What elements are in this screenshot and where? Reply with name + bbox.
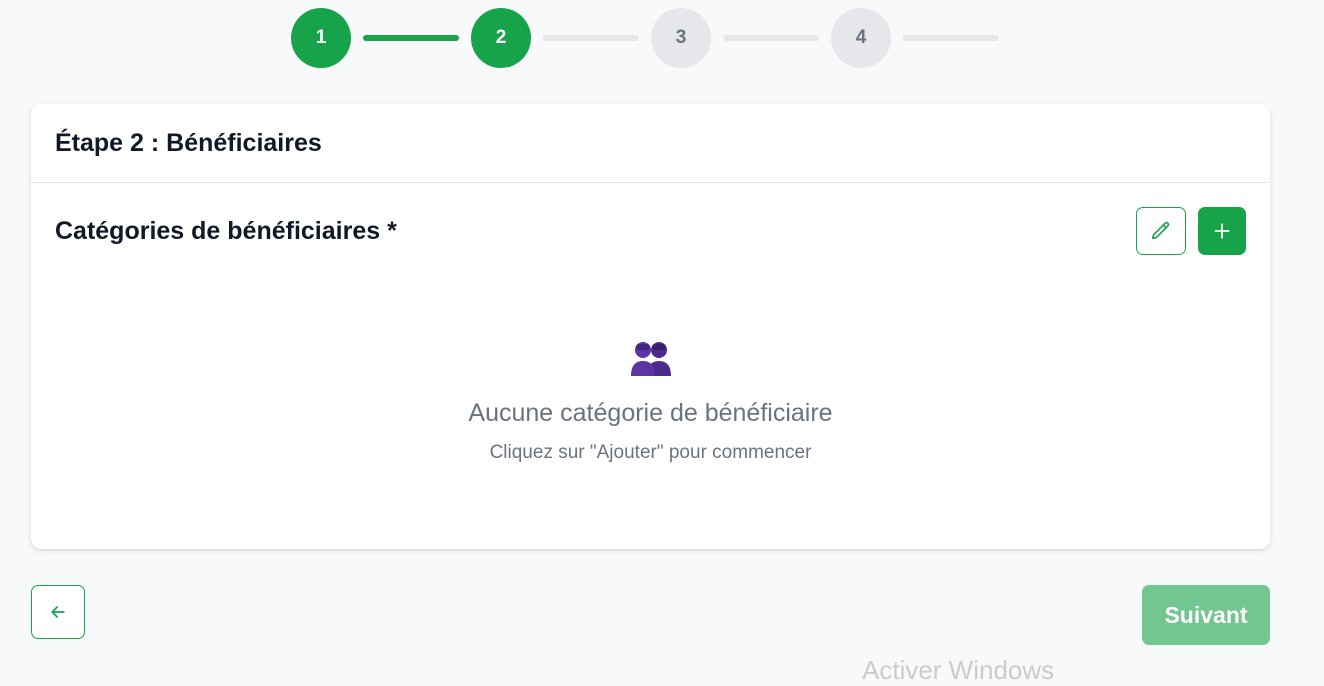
step-connector-4 (903, 35, 999, 41)
next-button[interactable]: Suivant (1142, 585, 1270, 645)
step-connector-1 (363, 35, 459, 41)
windows-activation-watermark: Activer Windows (862, 655, 1055, 685)
empty-state-title: Aucune catégorie de bénéficiaire (468, 399, 833, 427)
plus-icon (1214, 223, 1230, 239)
beneficiaries-card: Étape 2 : Bénéficiaires Catégories de bé… (31, 104, 1270, 549)
add-button[interactable] (1198, 207, 1246, 255)
two-people-icon (628, 340, 674, 383)
progress-stepper: 1 2 3 4 (291, 8, 1011, 68)
section-title: Catégories de bénéficiaires * (55, 216, 397, 245)
step-2: 2 (471, 8, 531, 68)
step-4: 4 (831, 8, 891, 68)
edit-button[interactable] (1136, 207, 1186, 255)
step-3: 3 (651, 8, 711, 68)
back-button[interactable] (31, 585, 85, 639)
card-header: Étape 2 : Bénéficiaires (31, 104, 1270, 183)
page-title: Étape 2 : Bénéficiaires (55, 128, 322, 157)
pencil-icon (1151, 221, 1170, 240)
step-connector-3 (723, 35, 819, 41)
empty-state: Aucune catégorie de bénéficiaire Cliquez… (31, 340, 1270, 464)
categories-section-header: Catégories de bénéficiaires * (55, 207, 1246, 255)
step-1: 1 (291, 8, 351, 68)
step-connector-2 (543, 35, 639, 41)
arrow-left-icon (51, 606, 65, 618)
section-actions (1136, 207, 1246, 255)
empty-state-hint: Cliquez sur "Ajouter" pour commencer (489, 442, 812, 463)
